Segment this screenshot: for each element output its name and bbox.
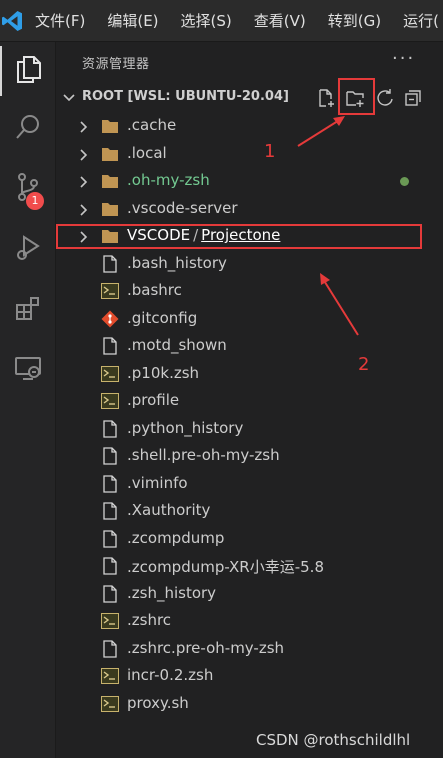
annotation-label-1: 1	[264, 141, 276, 162]
watermark: CSDN @rothschildlhl	[256, 731, 411, 749]
annotation-arrows	[297, 116, 359, 336]
annotation-label-2: 2	[358, 354, 370, 375]
vscode-window: 文件(F) 编辑(E) 选择(S) 查看(V) 转到(G) 运行(1 资源管理…	[0, 0, 443, 758]
